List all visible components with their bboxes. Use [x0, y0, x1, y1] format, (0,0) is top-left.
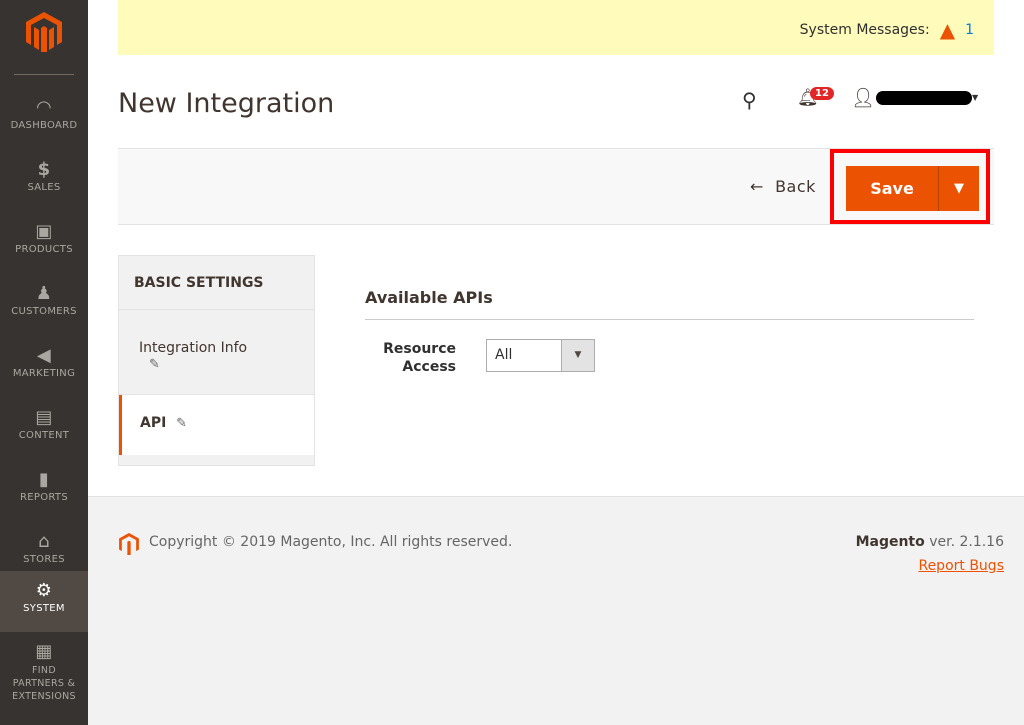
dashboard-icon: ◠ — [35, 97, 52, 118]
nav-label: MARKETING — [12, 368, 76, 379]
pencil-icon: ✎ — [176, 416, 187, 431]
caret-down-icon: ▼ — [954, 181, 964, 196]
tabs-heading: BASIC SETTINGS — [119, 256, 314, 310]
back-button[interactable]: ← Back — [750, 177, 816, 196]
nav-dashboard[interactable]: ◠ DASHBOARD — [0, 88, 88, 150]
nav-label: STORES — [23, 554, 65, 565]
report-bugs-link[interactable]: Report Bugs — [918, 558, 1004, 574]
notification-badge[interactable]: 12 — [810, 87, 834, 100]
save-button[interactable]: Save — [846, 166, 938, 211]
back-label: Back — [775, 177, 816, 196]
nav-sales[interactable]: $ SALES — [0, 150, 88, 212]
search-icon[interactable]: ⚲ — [742, 88, 757, 112]
nav-partners[interactable]: ▦ FIND PARTNERS & EXTENSIONS — [0, 640, 88, 702]
nav-label: SYSTEM — [23, 603, 65, 614]
save-dropdown-button[interactable]: ▼ — [938, 166, 979, 211]
sidebar: ◠ DASHBOARD $ SALES ▣ PRODUCTS ♟ CUSTOMERS ◀… — [0, 0, 88, 725]
user-icon[interactable]: 👤︎ — [851, 86, 875, 109]
section-title: Available APIs — [365, 288, 974, 320]
dollar-icon: $ — [37, 159, 51, 180]
gear-icon: ⚙ — [35, 580, 53, 601]
nav-label: DASHBOARD — [10, 120, 78, 131]
layout-icon: ▤ — [35, 407, 53, 428]
resource-access-label: Resource Access — [383, 341, 456, 375]
system-messages-count[interactable]: 1 — [965, 22, 974, 38]
nav-label: SALES — [27, 182, 61, 193]
nav-marketing[interactable]: ◀ MARKETING — [0, 336, 88, 398]
copyright: Copyright © 2019 Magento, Inc. All right… — [149, 534, 513, 550]
warning-icon: ▲ — [939, 18, 956, 42]
nav-label: FIND PARTNERS & EXTENSIONS — [12, 665, 76, 702]
version: Magento ver. 2.1.16 — [856, 534, 1004, 550]
megaphone-icon: ◀ — [36, 345, 52, 366]
arrow-left-icon: ← — [750, 177, 764, 196]
nav-content[interactable]: ▤ CONTENT — [0, 398, 88, 460]
store-icon: ⌂ — [38, 531, 50, 552]
system-messages-label: System Messages: — [799, 22, 930, 38]
magento-logo[interactable] — [26, 12, 62, 52]
person-icon: ♟ — [35, 283, 53, 304]
footer: Copyright © 2019 Magento, Inc. All right… — [88, 496, 1024, 725]
lego-icon: ▦ — [35, 641, 53, 662]
chevron-down-icon: ▼ — [561, 340, 594, 371]
bar-chart-icon: ▮ — [38, 469, 50, 490]
nav-system[interactable]: ⚙ SYSTEM — [0, 571, 88, 632]
nav-products[interactable]: ▣ PRODUCTS — [0, 212, 88, 274]
nav-reports[interactable]: ▮ REPORTS — [0, 460, 88, 522]
select-value: All — [495, 347, 513, 363]
page-title: New Integration — [118, 88, 335, 119]
tab-label: API — [140, 415, 167, 431]
tab-label: Integration Info — [139, 340, 248, 356]
user-name-redacted[interactable] — [876, 91, 972, 105]
nav-label: CONTENT — [18, 430, 70, 441]
nav-label: CUSTOMERS — [11, 306, 77, 317]
version-number: ver. 2.1.16 — [924, 534, 1004, 550]
nav-customers[interactable]: ♟ CUSTOMERS — [0, 274, 88, 336]
nav-label: REPORTS — [20, 492, 68, 503]
box-icon: ▣ — [35, 221, 53, 242]
highlight-box: Save ▼ — [830, 149, 990, 224]
magento-logo-small — [119, 533, 139, 555]
chevron-down-icon[interactable]: ▼ — [972, 93, 978, 102]
tab-api[interactable]: API ✎ — [119, 395, 314, 455]
brand: Magento — [855, 534, 925, 550]
page-actions: ← Back Save ▼ — [118, 148, 994, 225]
pencil-icon: ✎ — [149, 357, 160, 372]
system-messages-banner: System Messages: ▲ 1 — [118, 0, 994, 55]
nav-label: PRODUCTS — [15, 244, 73, 255]
resource-access-select[interactable]: All ▼ — [486, 339, 595, 372]
tab-integration-info[interactable]: Integration Info ✎ — [119, 310, 314, 395]
divider — [14, 74, 74, 75]
tabs-panel: BASIC SETTINGS Integration Info ✎ API ✎ — [118, 255, 315, 466]
